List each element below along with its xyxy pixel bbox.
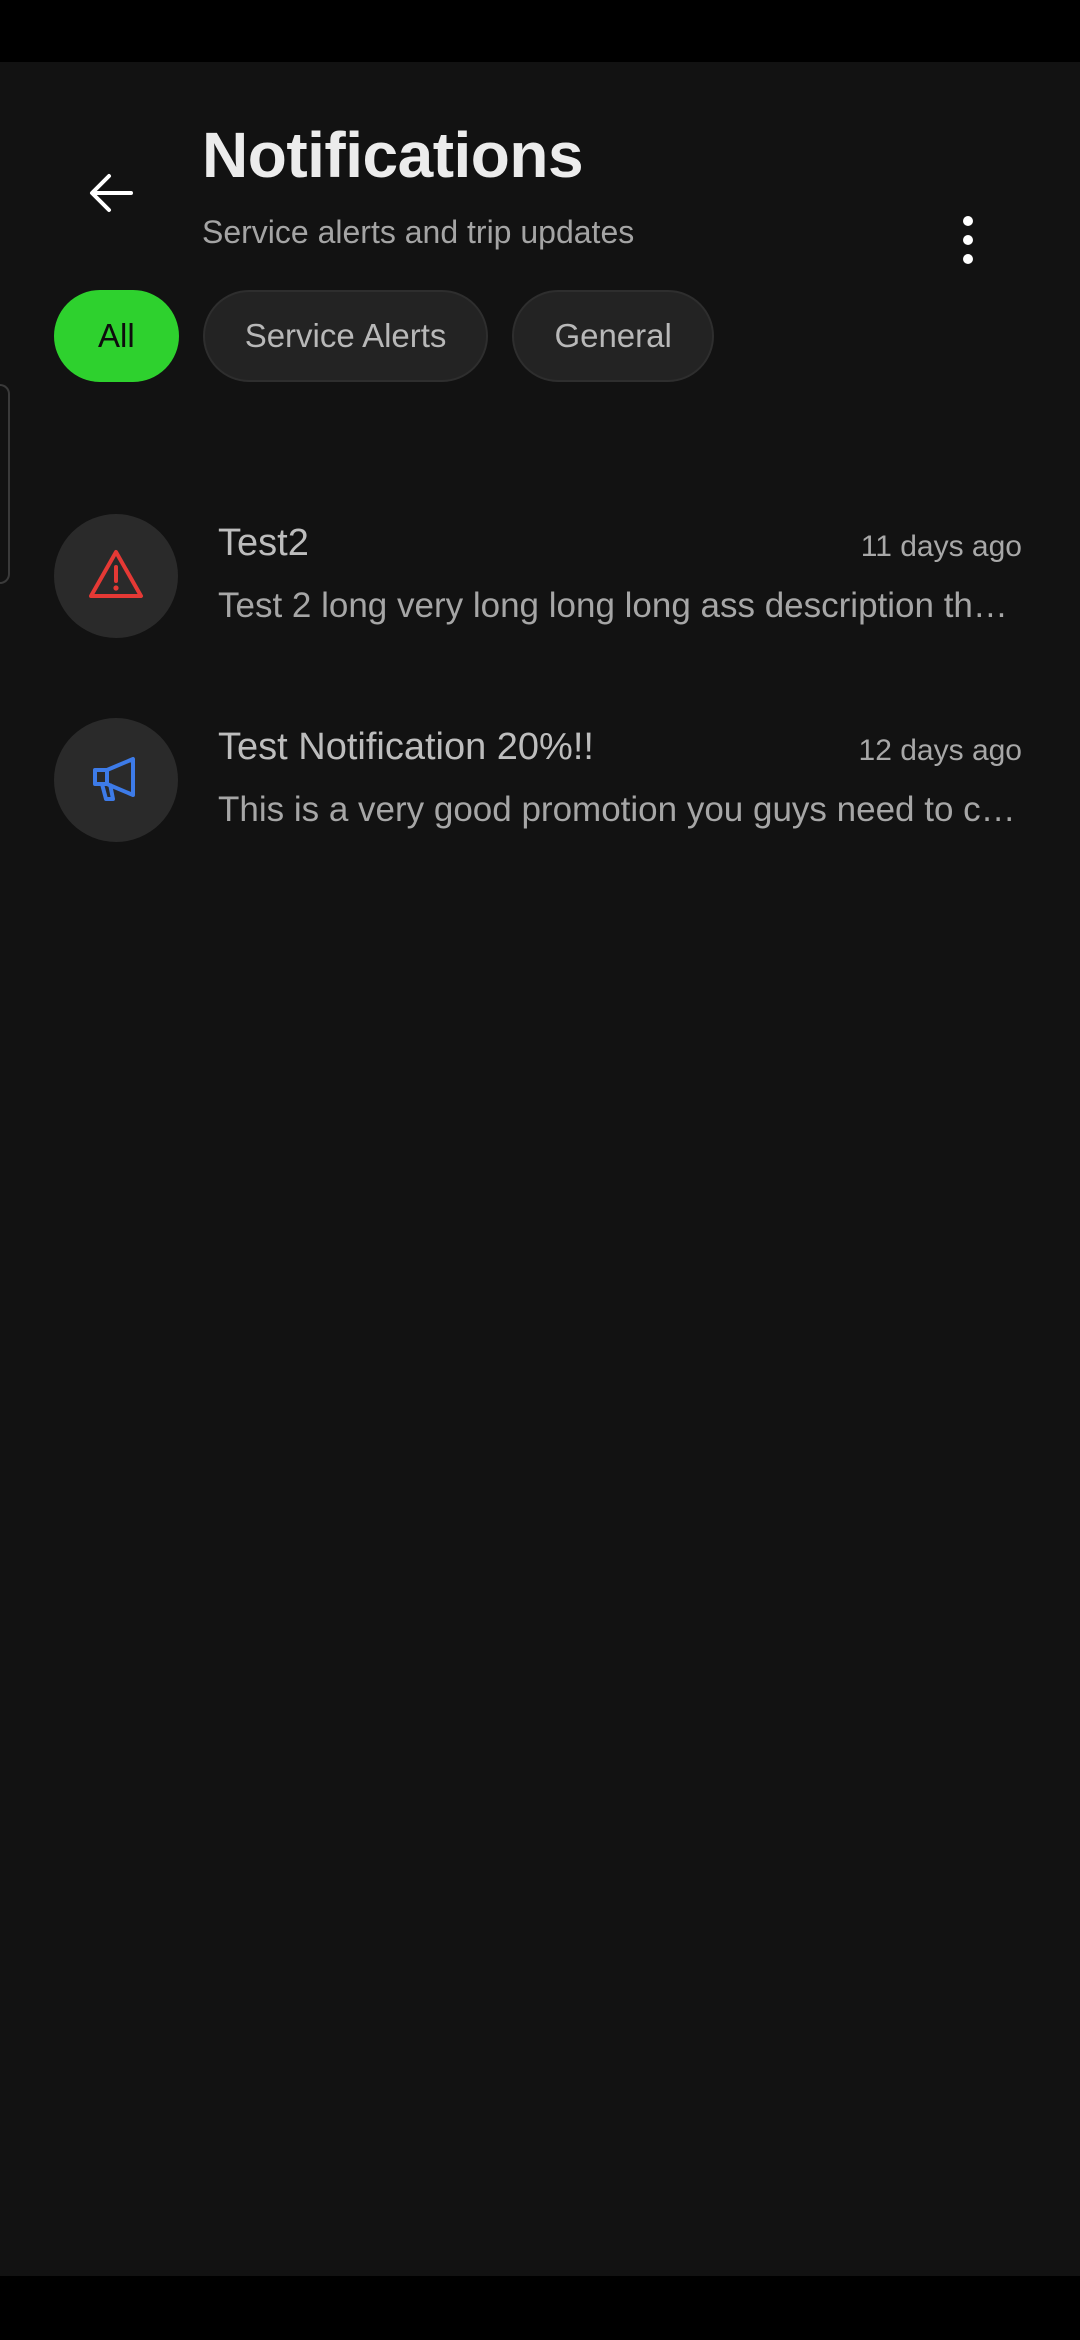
page-title: Notifications	[202, 119, 584, 191]
filter-chip-general[interactable]: General	[512, 290, 714, 382]
notification-item[interactable]: Test Notification 20%!! 12 days ago This…	[0, 656, 1080, 846]
notification-description: This is a very good promotion you guys n…	[218, 790, 1024, 829]
notification-description: Test 2 long very long long long ass desc…	[218, 586, 1024, 625]
page-subtitle: Service alerts and trip updates	[202, 214, 635, 250]
more-options-button[interactable]	[938, 202, 998, 282]
system-navigation-bar	[0, 2276, 1080, 2340]
back-button[interactable]	[70, 150, 152, 240]
notification-item[interactable]: Test2 11 days ago Test 2 long very long …	[0, 452, 1080, 642]
warning-triangle-icon	[88, 548, 144, 605]
header: Notifications Service alerts and trip up…	[0, 62, 1080, 272]
arrow-left-icon	[85, 167, 137, 224]
notification-title: Test Notification 20%!!	[218, 726, 594, 768]
megaphone-icon	[89, 751, 143, 810]
more-vertical-icon	[958, 215, 978, 270]
notification-icon-badge	[54, 514, 178, 638]
notification-icon-badge	[54, 718, 178, 842]
filter-chip-all[interactable]: All	[54, 290, 179, 382]
notification-time: 12 days ago	[858, 734, 1022, 767]
filter-chip-service-alerts[interactable]: Service Alerts	[202, 290, 489, 382]
filter-chips: All Service Alerts General	[54, 290, 714, 382]
notification-time: 11 days ago	[860, 530, 1022, 563]
notification-title: Test2	[218, 522, 309, 564]
status-bar	[0, 0, 1080, 62]
notifications-screen: Notifications Service alerts and trip up…	[0, 62, 1080, 2276]
